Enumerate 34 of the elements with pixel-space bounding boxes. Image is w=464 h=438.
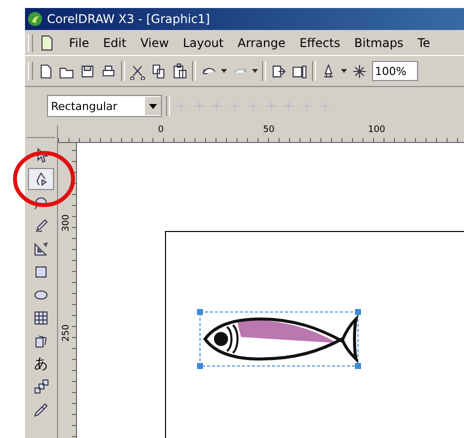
grid-icon [33,310,49,326]
pen-icon [33,218,49,234]
magnifier-icon [33,195,49,211]
menu-item[interactable]: View [140,36,169,50]
triangle-ruler-icon [33,241,49,257]
shapes-icon [33,333,49,349]
document-icon[interactable] [39,34,55,50]
shape-dropdown[interactable]: Rectangular [47,95,162,117]
rectangle-icon [33,264,49,280]
window-title: CorelDRAW X3 - [Graphic1] [47,12,210,26]
clipboard-icon[interactable] [171,62,188,80]
menu-item[interactable]: Bitmaps [354,36,404,50]
tool-button[interactable] [28,168,54,190]
app-logo-icon [27,11,43,27]
stacked-squares-icon [33,379,49,395]
zoom-field[interactable]: 100% [372,61,418,81]
menu-item[interactable]: Effects [299,36,340,50]
menu-item[interactable]: File [69,36,90,50]
horizontal-ruler: 0 50 100 [58,125,464,143]
menu-item[interactable]: Te [417,36,430,50]
copy-icon[interactable] [150,62,167,80]
caret-icon[interactable] [221,69,227,73]
caret-icon[interactable] [149,104,157,108]
annotation-circle [12,150,76,208]
menu-item[interactable]: Layout [182,36,224,50]
export-icon[interactable] [291,62,308,80]
printer-icon[interactable] [100,62,117,80]
caret-icon[interactable] [252,69,258,73]
fish-drawing[interactable] [197,309,361,369]
menu-item[interactable]: Edit [103,36,126,50]
caret-icon[interactable] [341,69,347,73]
import-icon[interactable] [270,62,287,80]
text-tool[interactable]: あ [29,354,53,374]
menu-item[interactable]: Arrange [238,36,286,50]
